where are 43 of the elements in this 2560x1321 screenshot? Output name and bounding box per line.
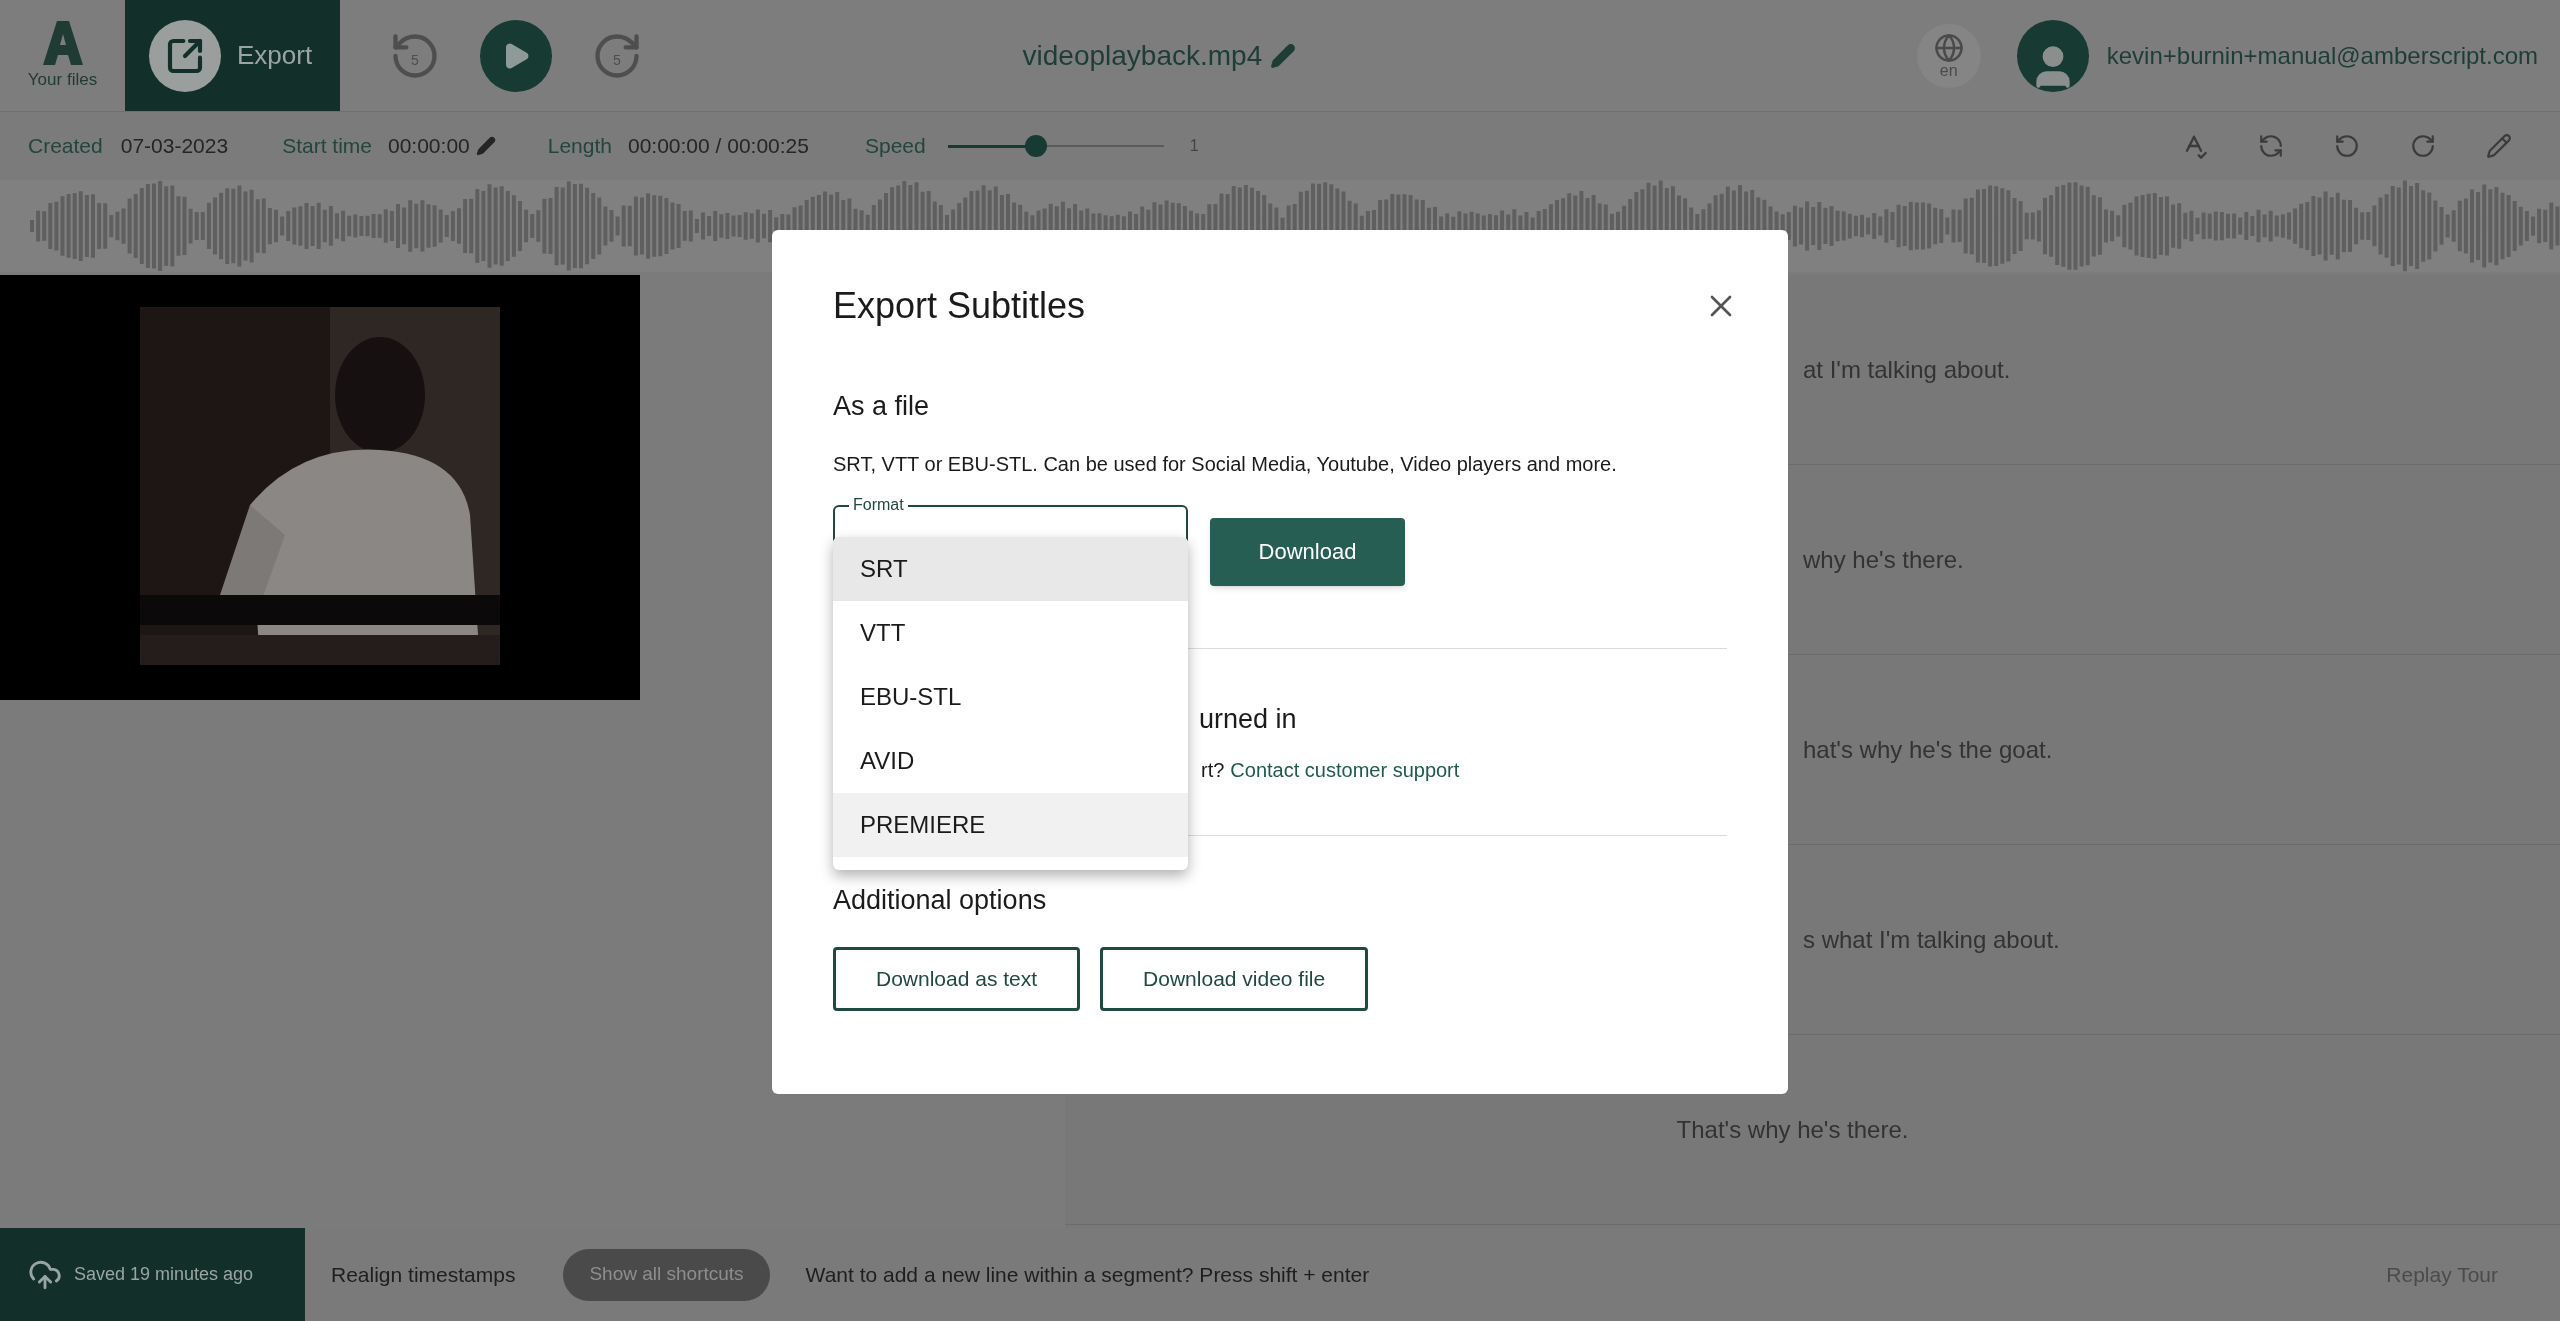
transcript-line: why he's there. (1803, 544, 1964, 575)
user-email: kevin+burnin+manual@amberscript.com (2106, 40, 2538, 71)
slider-thumb[interactable] (1025, 135, 1048, 157)
undo-icon[interactable] (2334, 133, 2360, 159)
transcript-line: hat's why he's the goat. (1803, 734, 2053, 765)
section-description: SRT, VTT or EBU-STL. Can be used for Social Media, Youtube, Video players and more. (833, 451, 1618, 477)
start-time-label: Start time (282, 133, 372, 160)
outline-button[interactable]: Download video file (1100, 946, 1369, 1011)
support-text: rt? (1201, 758, 1225, 783)
realign-button[interactable]: Realign timestamps (331, 1258, 516, 1291)
length-label: Length (547, 133, 612, 160)
created-date: 07-03-2023 (120, 133, 229, 160)
format-option[interactable]: SRT (833, 537, 1188, 601)
format-option[interactable]: PREMIERE (833, 793, 1188, 857)
logo-icon (40, 18, 85, 67)
file-title: videoplayback.mp4 (1022, 38, 1263, 73)
speed-label: Speed (865, 133, 926, 160)
section-heading: As a file (833, 390, 931, 423)
hint-text: Want to add a new line within a segment? Press shift + enter (805, 1261, 1370, 1288)
download-button[interactable]: Download (1210, 517, 1405, 586)
dialog-title: Export Subtitles (833, 284, 1086, 328)
format-option[interactable]: VTT (833, 601, 1188, 665)
globe-icon (1933, 32, 1964, 63)
section-heading: urned in (1199, 702, 1298, 736)
edit-icon[interactable] (2486, 133, 2512, 159)
refresh-icon[interactable] (2258, 133, 2284, 159)
section-heading: Additional options (833, 884, 1048, 917)
transcript-line: at I'm talking about. (1803, 354, 2011, 385)
outline-button[interactable]: Download as text (833, 946, 1081, 1011)
format-option[interactable]: AVID (833, 729, 1188, 793)
speed-slider[interactable] (947, 134, 1164, 158)
edit-icon[interactable] (475, 136, 496, 156)
redo-icon[interactable] (2410, 133, 2436, 159)
transcript-line: s what I'm talking about. (1803, 924, 2060, 955)
start-time-value: 00:00:00 (388, 133, 470, 160)
transcript-line: That's why he's there. (1676, 1114, 1909, 1145)
length-value: 00:00:00 / 00:00:25 (628, 133, 809, 160)
export-button[interactable]: Export (125, 0, 340, 111)
format-option[interactable]: EBU-STL (833, 665, 1188, 729)
created-label: Created (28, 133, 103, 160)
save-status-text: Saved 19 minutes ago (74, 1263, 254, 1286)
support-link[interactable]: Contact customer support (1230, 755, 1460, 785)
edit-icon[interactable] (1270, 42, 1297, 69)
